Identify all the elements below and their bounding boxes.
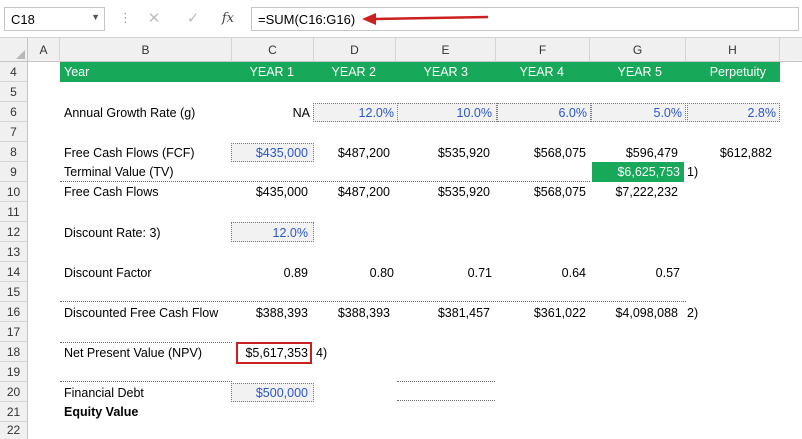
spreadsheet-grid: A B C D E F G H 4 5 6 7 8 9 10 11 12 13 … [0,38,802,439]
column-header-a[interactable]: A [28,38,60,62]
formula-input[interactable]: =SUM(C16:G16) [251,7,799,31]
terminal-value[interactable]: $6,625,753 [590,165,680,179]
row-header-11[interactable]: 11 [0,202,28,222]
row-header-16[interactable]: 16 [0,302,28,322]
year-2-header[interactable]: YEAR 2 [314,65,376,79]
growth-year-3[interactable]: 10.0% [396,106,492,120]
fcf-year-1[interactable]: $435,000 [232,146,308,160]
divider [60,342,232,343]
row-header-15[interactable]: 15 [0,282,28,302]
year-3-header[interactable]: YEAR 3 [396,65,468,79]
fcf-year-5[interactable]: $596,479 [590,146,678,160]
debt-value[interactable]: $500,000 [232,386,308,400]
row-header-8[interactable]: 8 [0,142,28,162]
equity-label[interactable]: Equity Value [64,405,138,419]
npv-label[interactable]: Net Present Value (NPV) [64,346,202,360]
row-header-12[interactable]: 12 [0,222,28,242]
fcf-year-4[interactable]: $568,075 [496,146,586,160]
row-header-18[interactable]: 18 [0,342,28,362]
discount-factor-label[interactable]: Discount Factor [64,266,152,280]
column-header-e[interactable]: E [396,38,496,62]
fcf-year-2[interactable]: $487,200 [314,146,390,160]
growth-year-1[interactable]: NA [232,106,310,120]
divider [60,301,686,302]
dfcf-year-3[interactable]: $381,457 [396,306,490,320]
terminal-note[interactable]: 1) [687,165,698,179]
dfcf-year-1[interactable]: $388,393 [232,306,308,320]
year-label[interactable]: Year [64,65,89,79]
column-header-h[interactable]: H [686,38,780,62]
debt-label[interactable]: Financial Debt [64,386,144,400]
divider [60,381,232,382]
row-header-17[interactable]: 17 [0,322,28,342]
fcf-year-3[interactable]: $535,920 [396,146,490,160]
row-header-9[interactable]: 9 [0,162,28,182]
npv-value[interactable]: $5,617,353 [236,346,308,360]
name-box[interactable]: C18 ▼ [4,7,105,31]
column-header-f[interactable]: F [496,38,590,62]
enter-icon[interactable]: ✓ [181,8,205,30]
growth-perpetuity[interactable]: 2.8% [686,106,777,120]
dfcf-note[interactable]: 2) [687,306,698,320]
insert-function-icon[interactable]: fx [216,8,240,30]
select-all-corner[interactable] [0,38,28,62]
divider [397,400,495,401]
year-5-header[interactable]: YEAR 5 [590,65,662,79]
growth-rate-label[interactable]: Annual Growth Rate (g) [64,106,195,120]
row-header-21[interactable]: 21 [0,402,28,422]
fcf-total-label[interactable]: Free Cash Flows [64,185,158,199]
row-header-20[interactable]: 20 [0,382,28,402]
discount-rate-label[interactable]: Discount Rate: 3) [64,226,161,240]
terminal-value-label[interactable]: Terminal Value (TV) [64,165,174,179]
annotation-arrow-icon [362,13,489,25]
fcf-total-year-2[interactable]: $487,200 [314,185,390,199]
row-header-5[interactable]: 5 [0,82,28,102]
dfcf-year-5[interactable]: $4,098,088 [590,306,678,320]
discount-factor-year-3[interactable]: 0.71 [396,266,492,280]
growth-year-2[interactable]: 12.0% [314,106,394,120]
fcf-total-year-3[interactable]: $535,920 [396,185,490,199]
column-header-g[interactable]: G [590,38,686,62]
divider [397,381,495,382]
fcf-total-year-1[interactable]: $435,000 [232,185,308,199]
discount-rate-value[interactable]: 12.0% [232,226,308,240]
dfcf-label[interactable]: Discounted Free Cash Flow [64,306,218,320]
column-header-b[interactable]: B [60,38,232,62]
column-header-i[interactable] [780,38,802,62]
npv-note[interactable]: 4) [316,346,327,360]
column-header-d[interactable]: D [314,38,396,62]
fcf-total-year-5[interactable]: $7,222,232 [590,185,678,199]
dfcf-year-4[interactable]: $361,022 [496,306,586,320]
row-header-10[interactable]: 10 [0,182,28,202]
discount-factor-year-5[interactable]: 0.57 [590,266,680,280]
fcf-perpetuity[interactable]: $612,882 [686,146,772,160]
fcf-total-year-4[interactable]: $568,075 [496,185,586,199]
formula-text: =SUM(C16:G16) [258,12,356,27]
year-1-header[interactable]: YEAR 1 [232,65,294,79]
name-box-value: C18 [11,12,35,27]
discount-factor-year-1[interactable]: 0.89 [232,266,308,280]
row-header-19[interactable]: 19 [0,362,28,382]
growth-year-5[interactable]: 5.0% [590,106,683,120]
year-4-header[interactable]: YEAR 4 [496,65,564,79]
formula-bar-grip-icon[interactable]: ⋮ [119,10,132,26]
chevron-down-icon[interactable]: ▼ [91,12,100,22]
growth-year-4[interactable]: 6.0% [496,106,588,120]
divider [60,181,590,182]
column-header-c[interactable]: C [232,38,314,62]
row-header-13[interactable]: 13 [0,242,28,262]
fcf-label[interactable]: Free Cash Flows (FCF) [64,146,195,160]
formula-bar: C18 ▼ ⋮ ✕ ✓ fx =SUM(C16:G16) [0,0,802,38]
perpetuity-header[interactable]: Perpetuity [686,65,766,79]
row-header-6[interactable]: 6 [0,102,28,122]
discount-factor-year-2[interactable]: 0.80 [314,266,394,280]
dfcf-year-2[interactable]: $388,393 [314,306,390,320]
row-header-7[interactable]: 7 [0,122,28,142]
row-header-4[interactable]: 4 [0,62,28,82]
discount-factor-year-4[interactable]: 0.64 [496,266,586,280]
cancel-icon[interactable]: ✕ [142,8,166,30]
row-header-14[interactable]: 14 [0,262,28,282]
row-header-22[interactable]: 22 [0,422,28,439]
